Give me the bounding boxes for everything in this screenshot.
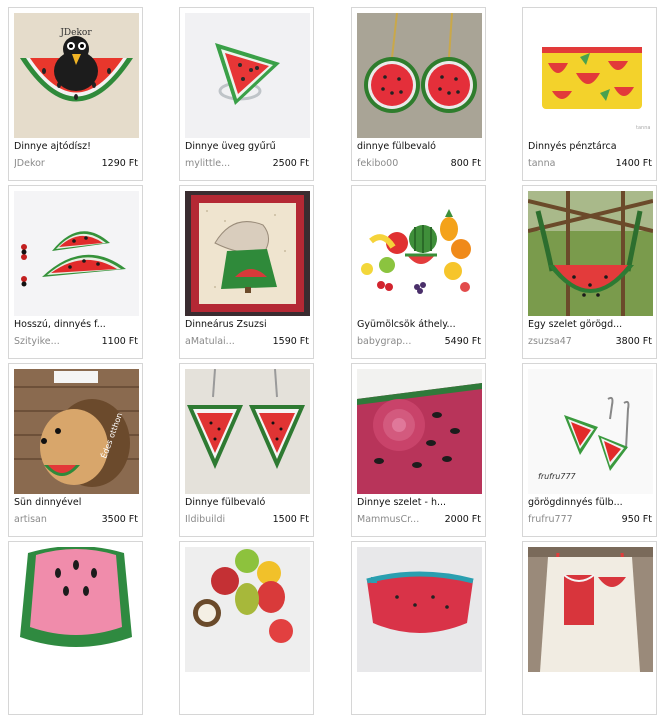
seller-link[interactable]: Szityike...	[14, 336, 84, 347]
product-card[interactable]: Dinnye üveg gyűrű mylittle... 2500 Ft	[179, 7, 314, 181]
seller-link[interactable]: aMatulai...	[185, 336, 255, 347]
product-card[interactable]: Dinneárus Zsuzsi aMatulai... 1590 Ft	[179, 185, 314, 359]
product-card[interactable]	[179, 541, 314, 715]
product-title[interactable]: Dinnye üveg gyűrű	[185, 141, 310, 152]
product-card[interactable]: frufru777 görögdinnyés fülb... frufru777…	[522, 363, 657, 537]
product-card[interactable]: Egy szelet görögd... zsuzsa47 3800 Ft	[522, 185, 657, 359]
product-title[interactable]: Sün dinnyével	[14, 497, 139, 508]
product-title[interactable]: Gyümölcsök áthely...	[357, 319, 482, 330]
product-image[interactable]	[185, 13, 310, 138]
product-price: 1590 Ft	[272, 336, 309, 347]
seller-link[interactable]: mylittle...	[185, 158, 255, 169]
product-image[interactable]	[185, 547, 310, 672]
product-image[interactable]	[357, 547, 482, 672]
product-card[interactable]: Dinnye fülbevaló Ildibuildi 1500 Ft	[179, 363, 314, 537]
product-price: 1100 Ft	[101, 336, 138, 347]
product-title[interactable]: Dinnye fülbevaló	[185, 497, 310, 508]
product-card[interactable]: Hosszú, dinnyés f... Szityike... 1100 Ft	[8, 185, 143, 359]
product-title[interactable]: Hosszú, dinnyés f...	[14, 319, 139, 330]
product-image[interactable]	[14, 191, 139, 316]
seller-link[interactable]: fekibo00	[357, 158, 427, 169]
product-card[interactable]	[351, 541, 486, 715]
product-card[interactable]: tanna Dinnyés pénztárca tanna 1400 Ft	[522, 7, 657, 181]
seller-link[interactable]: JDekor	[14, 158, 84, 169]
product-title[interactable]: dinnye fülbevaló	[357, 141, 482, 152]
product-price: 1500 Ft	[272, 514, 309, 525]
product-image[interactable]	[357, 13, 482, 138]
product-card[interactable]	[8, 541, 143, 715]
seller-watermark: JDekor	[59, 28, 92, 38]
product-image[interactable]	[357, 191, 482, 316]
product-image[interactable]	[14, 547, 139, 672]
seller-link[interactable]: tanna	[528, 158, 598, 169]
product-price: 800 Ft	[450, 158, 481, 169]
product-title[interactable]: Dinnye szelet - h...	[357, 497, 482, 508]
product-price: 2500 Ft	[272, 158, 309, 169]
seller-link[interactable]: Ildibuildi	[185, 514, 255, 525]
product-title[interactable]: görögdinnyés fülb...	[528, 497, 653, 508]
product-price: 5490 Ft	[444, 336, 481, 347]
product-card[interactable]: Édes otthon Sün dinnyével artisan 3500 F…	[8, 363, 143, 537]
product-title[interactable]: Dinnye ajtódísz!	[14, 141, 139, 152]
product-image[interactable]	[528, 191, 653, 316]
product-card[interactable]: JDekor Dinnye ajtódísz! JDekor 1290 Ft	[8, 7, 143, 181]
svg-text:tanna: tanna	[636, 125, 650, 131]
product-title[interactable]: Dinneárus Zsuzsi	[185, 319, 310, 330]
product-price: 3500 Ft	[101, 514, 138, 525]
seller-watermark: frufru777	[538, 472, 577, 481]
product-price: 2000 Ft	[444, 514, 481, 525]
product-image[interactable]: frufru777	[528, 369, 653, 494]
product-image[interactable]	[357, 369, 482, 494]
product-image[interactable]	[185, 191, 310, 316]
product-card[interactable]: Dinnye szelet - h... MammusCr... 2000 Ft	[351, 363, 486, 537]
product-price: 1290 Ft	[101, 158, 138, 169]
product-card[interactable]: Gyümölcsök áthely... babygrap... 5490 Ft	[351, 185, 486, 359]
product-image[interactable]	[528, 547, 653, 672]
product-title[interactable]: Dinnyés pénztárca	[528, 141, 653, 152]
product-image[interactable]: Édes otthon	[14, 369, 139, 494]
product-price: 3800 Ft	[615, 336, 652, 347]
seller-link[interactable]: frufru777	[528, 514, 598, 525]
product-image[interactable]: JDekor	[14, 13, 139, 138]
product-image[interactable]	[185, 369, 310, 494]
seller-link[interactable]: artisan	[14, 514, 84, 525]
seller-link[interactable]: zsuzsa47	[528, 336, 598, 347]
product-price: 950 Ft	[621, 514, 652, 525]
product-image[interactable]: tanna	[528, 13, 653, 138]
product-title[interactable]: Egy szelet görögd...	[528, 319, 653, 330]
product-price: 1400 Ft	[615, 158, 652, 169]
seller-link[interactable]: babygrap...	[357, 336, 427, 347]
product-card[interactable]: dinnye fülbevaló fekibo00 800 Ft	[351, 7, 486, 181]
seller-link[interactable]: MammusCr...	[357, 514, 427, 525]
product-card[interactable]	[522, 541, 657, 715]
